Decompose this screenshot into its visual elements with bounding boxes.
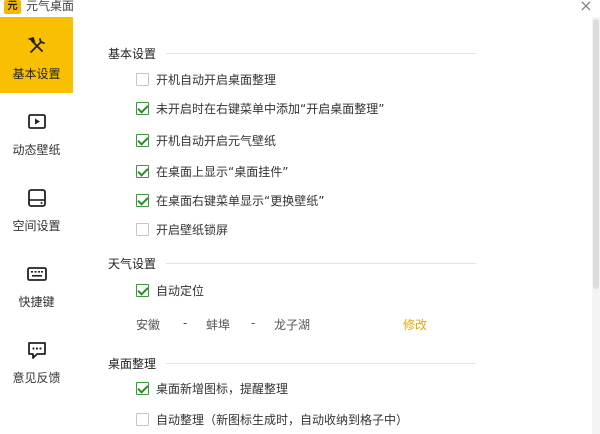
checkbox[interactable]	[136, 133, 149, 147]
sidebar-item-label: 意见反馈	[12, 371, 61, 385]
checkbox[interactable]	[136, 164, 149, 178]
disk-icon	[28, 189, 46, 207]
option-new-icon-reminder[interactable]: 桌面新增图标，提醒整理	[136, 380, 288, 396]
location-separator: -	[183, 316, 188, 330]
option-wallpaper-lockscreen[interactable]: 开启壁纸锁屏	[136, 221, 228, 237]
option-auto-start-wallpaper[interactable]: 开机自动开启元气壁纸	[136, 132, 276, 148]
close-button[interactable]: ×	[578, 0, 594, 14]
location-district: 龙子湖	[274, 318, 311, 332]
location-separator: -	[251, 316, 256, 330]
tools-icon	[27, 36, 45, 53]
section-title-basic: 基本设置	[108, 47, 157, 61]
section-title-desktop: 桌面整理	[108, 357, 157, 371]
checkbox[interactable]	[136, 283, 149, 297]
option-context-menu-organizer[interactable]: 未开启时在右键菜单中添加“开启桌面整理”	[136, 100, 384, 116]
option-auto-start-organizer[interactable]: 开机自动开启桌面整理	[136, 71, 276, 87]
checkbox[interactable]	[136, 193, 149, 207]
option-auto-organize[interactable]: 自动整理（新图标生成时，自动收纳到格子中）	[136, 411, 408, 427]
sidebar-item-label: 快捷键	[18, 295, 55, 309]
sidebar-item-live-wallpaper[interactable]: 动态壁纸	[0, 93, 73, 169]
sidebar-item-label: 空间设置	[12, 219, 61, 233]
location-city: 蚌埠	[206, 318, 231, 332]
option-auto-locate[interactable]: 自动定位	[136, 282, 204, 298]
sidebar-item-label: 动态壁纸	[12, 143, 61, 157]
scrollbar-thumb[interactable]	[593, 19, 599, 289]
section-divider	[166, 363, 476, 364]
section-divider	[166, 263, 476, 264]
sidebar: 基本设置 动态壁纸 空间设置 快捷键 意见反馈	[0, 17, 73, 434]
option-context-change-wallpaper[interactable]: 在桌面右键菜单显示“更换壁纸”	[136, 192, 324, 208]
chat-bubble-icon	[28, 342, 46, 359]
checkbox[interactable]	[136, 72, 149, 86]
modify-location-link[interactable]: 修改	[403, 316, 427, 333]
keyboard-icon	[27, 267, 47, 281]
sidebar-item-label: 基本设置	[12, 67, 61, 81]
option-show-widgets[interactable]: 在桌面上显示“桌面挂件”	[136, 163, 288, 179]
checkbox[interactable]	[136, 101, 149, 115]
checkbox[interactable]	[136, 412, 149, 426]
app-logo: 元	[4, 0, 21, 14]
location-province: 安徽	[136, 318, 161, 332]
section-divider	[166, 53, 476, 54]
sidebar-item-feedback[interactable]: 意见反馈	[0, 321, 73, 397]
sidebar-item-space-settings[interactable]: 空间设置	[0, 169, 73, 245]
window-title: 元气桌面	[26, 0, 75, 13]
sidebar-item-basic-settings[interactable]: 基本设置	[0, 17, 73, 93]
checkbox[interactable]	[136, 222, 149, 236]
checkbox[interactable]	[136, 381, 149, 395]
title-bar: 元 元气桌面 ×	[0, 0, 600, 17]
play-screen-icon	[28, 114, 46, 129]
section-title-weather: 天气设置	[108, 257, 157, 271]
sidebar-item-shortcuts[interactable]: 快捷键	[0, 245, 73, 321]
